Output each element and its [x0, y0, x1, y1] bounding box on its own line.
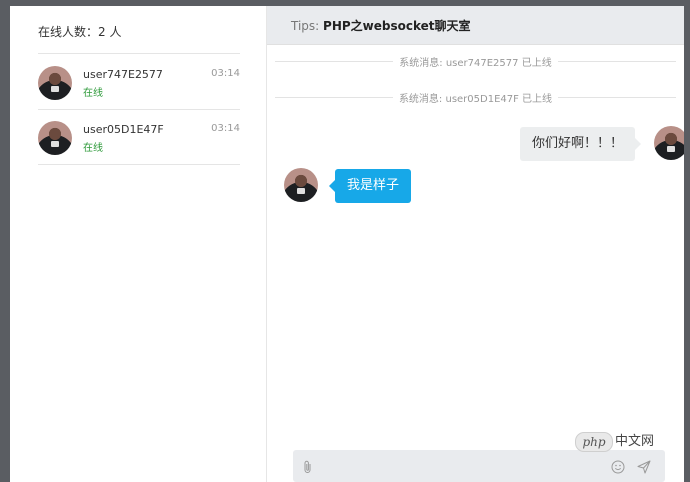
user-name: user747E2577: [83, 68, 163, 81]
online-count: 在线人数：2 人: [38, 25, 122, 39]
avatar: [38, 66, 72, 100]
system-message-text: 系统消息: user05D1E47F 已上线: [392, 94, 559, 105]
message-bubble-received: 我是样子: [328, 169, 412, 203]
watermark-text: 中文网: [615, 434, 655, 449]
chat-app: 在线人数：2 人 user747E2577 在线 03:14 user05D1E…: [10, 6, 684, 482]
chat-tips: Tips: PHP之websocket聊天室: [291, 17, 471, 34]
user-name: user05D1E47F: [83, 123, 164, 136]
divider: [38, 53, 240, 54]
avatar: [38, 121, 72, 155]
user-time: 03:14: [211, 123, 240, 134]
avatar: [654, 126, 684, 160]
chat-panel: Tips: PHP之websocket聊天室 系统消息: user747E257…: [267, 6, 684, 482]
online-users-sidebar: 在线人数：2 人 user747E2577 在线 03:14 user05D1E…: [10, 6, 267, 482]
system-message-text: 系统消息: user747E2577 已上线: [393, 58, 558, 69]
watermark: php 中文网: [575, 432, 685, 464]
paperclip-icon[interactable]: [303, 459, 313, 478]
chat-title: PHP之websocket聊天室: [323, 19, 471, 33]
message-bubble-sent: 你们好啊！！！: [520, 127, 642, 161]
user-status: 在线: [83, 88, 103, 99]
system-message: 系统消息: user05D1E47F 已上线: [267, 90, 684, 105]
user-status: 在线: [83, 143, 103, 154]
user-list-item[interactable]: user747E2577 在线 03:14: [38, 55, 240, 109]
tips-label: Tips:: [291, 19, 324, 33]
avatar: [284, 168, 318, 202]
watermark-badge: php: [575, 432, 613, 452]
system-message: 系统消息: user747E2577 已上线: [267, 54, 684, 69]
user-time: 03:14: [211, 68, 240, 79]
user-list-item[interactable]: user05D1E47F 在线 03:14: [38, 110, 240, 164]
divider: [38, 164, 240, 165]
chat-header: Tips: PHP之websocket聊天室: [267, 6, 684, 45]
